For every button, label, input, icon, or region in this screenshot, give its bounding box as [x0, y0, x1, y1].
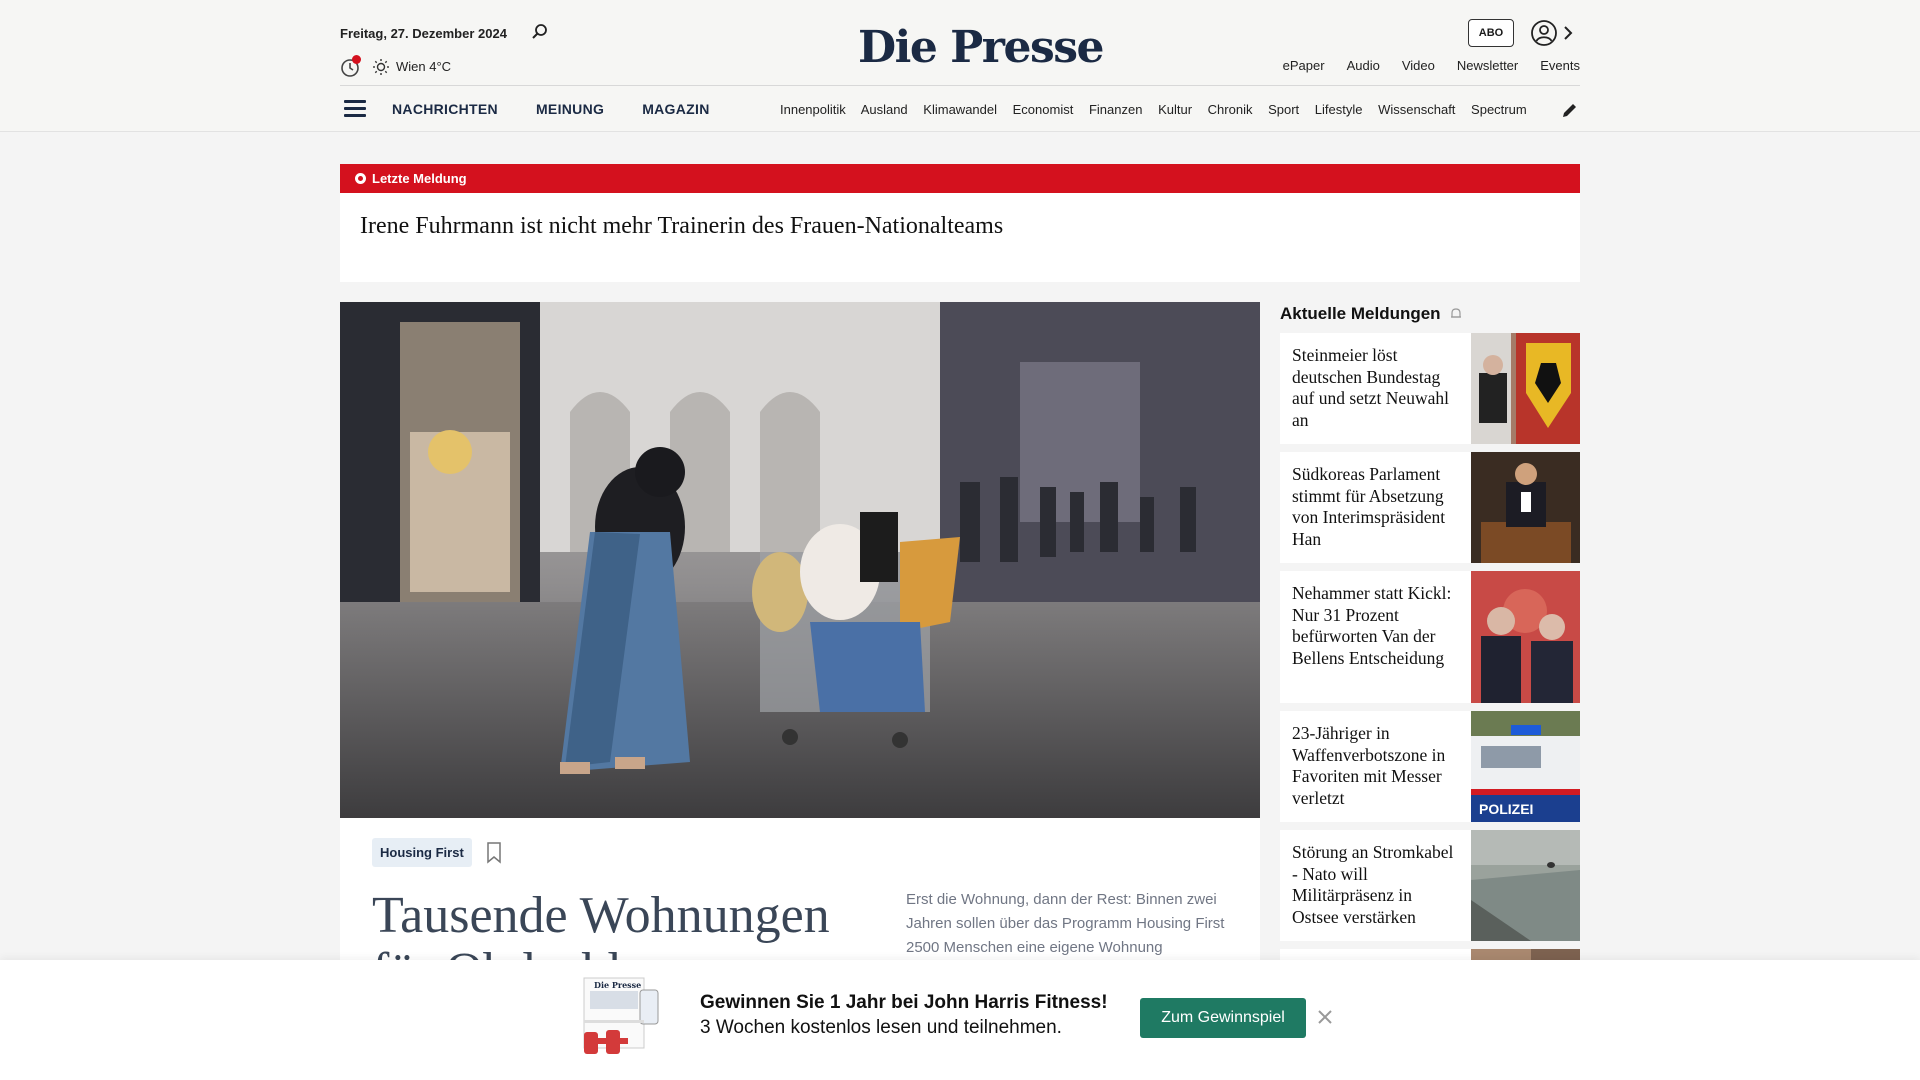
- chevron-right-icon[interactable]: [1562, 24, 1574, 42]
- site-logo[interactable]: Die Presse: [858, 22, 1104, 73]
- breaking-news-box: Letzte Meldung Irene Fuhrmann ist nicht …: [340, 164, 1580, 282]
- subnav-ausland[interactable]: Ausland: [861, 102, 908, 117]
- subnav-sport[interactable]: Sport: [1268, 102, 1299, 117]
- news-item-title: Störung an Stromkabel - Nato will Militä…: [1292, 842, 1454, 927]
- news-item[interactable]: 23-Jähriger in Waffenverbotszone in Favo…: [1280, 711, 1580, 822]
- site-header: Freitag, 27. Dezember 2024 Wien 4°C Die …: [0, 0, 1920, 132]
- bell-icon[interactable]: [1449, 307, 1463, 321]
- news-item[interactable]: Nehammer statt Kickl: Nur 31 Prozent bef…: [1280, 571, 1580, 703]
- main-nav: NACHRICHTEN MEINUNG MAGAZIN: [392, 101, 710, 117]
- nav-magazin[interactable]: MAGAZIN: [642, 101, 709, 117]
- promo-banner: Die Presse Gewinnen Sie 1 Jahr bei John …: [0, 960, 1920, 1080]
- promo-image-masthead: Die Presse: [594, 980, 641, 990]
- link-events[interactable]: Events: [1540, 58, 1580, 73]
- polizei-thumb-label: POLIZEI: [1479, 801, 1533, 817]
- link-epaper[interactable]: ePaper: [1283, 58, 1325, 73]
- nav-nachrichten[interactable]: NACHRICHTEN: [392, 101, 498, 117]
- news-item[interactable]: Steinmeier löst deutschen Bundestag auf …: [1280, 333, 1580, 444]
- link-newsletter[interactable]: Newsletter: [1457, 58, 1518, 73]
- news-item-thumbnail: [1471, 571, 1580, 703]
- promo-subtitle: 3 Wochen kostenlos lesen und teilnehmen.: [700, 1017, 1062, 1038]
- link-audio[interactable]: Audio: [1347, 58, 1380, 73]
- subnav-economist[interactable]: Economist: [1013, 102, 1074, 117]
- sun-icon: [373, 59, 389, 75]
- news-item[interactable]: Südkoreas Parlament stimmt für Absetzung…: [1280, 452, 1580, 563]
- sidebar-header: Aktuelle Meldungen: [1280, 302, 1580, 326]
- news-list: Steinmeier löst deutschen Bundestag auf …: [1280, 333, 1580, 987]
- hero-photo: [340, 302, 1260, 818]
- sub-nav: Innenpolitik Ausland Klimawandel Economi…: [780, 102, 1540, 117]
- breaking-headline[interactable]: Irene Fuhrmann ist nicht mehr Trainerin …: [340, 193, 1580, 260]
- subnav-finanzen[interactable]: Finanzen: [1089, 102, 1142, 117]
- news-sidebar: Aktuelle Meldungen Steinmeier löst deuts…: [1280, 302, 1580, 979]
- pencil-icon[interactable]: [1560, 100, 1580, 120]
- hamburger-menu-icon[interactable]: [344, 100, 366, 118]
- nav-meinung[interactable]: MEINUNG: [536, 101, 604, 117]
- sidebar-title: Aktuelle Meldungen: [1280, 304, 1441, 323]
- subnav-chronik[interactable]: Chronik: [1208, 102, 1253, 117]
- weather-label: Wien 4°C: [396, 59, 452, 74]
- abo-button[interactable]: ABO: [1468, 19, 1514, 47]
- notification-dot: [352, 55, 361, 64]
- link-video[interactable]: Video: [1402, 58, 1435, 73]
- news-item-title: Südkoreas Parlament stimmt für Absetzung…: [1292, 464, 1446, 549]
- subnav-wissenschaft[interactable]: Wissenschaft: [1378, 102, 1455, 117]
- gewinnspiel-button[interactable]: Zum Gewinnspiel: [1140, 998, 1306, 1038]
- news-item-thumbnail: POLIZEI: [1471, 711, 1580, 822]
- close-icon[interactable]: [1316, 1008, 1334, 1026]
- subnav-klimawandel[interactable]: Klimawandel: [923, 102, 997, 117]
- news-item-title: Nehammer statt Kickl: Nur 31 Prozent bef…: [1292, 583, 1452, 668]
- news-item-thumbnail: [1471, 452, 1580, 563]
- hero-image[interactable]: [340, 302, 1260, 818]
- news-item-title: 23-Jähriger in Waffenverbotszone in Favo…: [1292, 723, 1446, 808]
- search-icon[interactable]: [530, 22, 550, 42]
- article-tag[interactable]: Housing First: [372, 838, 472, 867]
- header-inner: Freitag, 27. Dezember 2024 Wien 4°C Die …: [340, 0, 1580, 132]
- article-teaser: Erst die Wohnung, dann der Rest: Binnen …: [906, 891, 1225, 956]
- subnav-spectrum[interactable]: Spectrum: [1471, 102, 1527, 117]
- subnav-kultur[interactable]: Kultur: [1158, 102, 1192, 117]
- user-account-icon[interactable]: [1530, 19, 1558, 47]
- promo-newspaper-image: Die Presse: [583, 977, 659, 1054]
- bookmark-icon[interactable]: [486, 842, 502, 864]
- news-item[interactable]: Störung an Stromkabel - Nato will Militä…: [1280, 830, 1580, 941]
- news-item-title: Steinmeier löst deutschen Bundestag auf …: [1292, 345, 1449, 430]
- top-links: ePaper Audio Video Newsletter Events: [1283, 58, 1580, 73]
- current-date: Freitag, 27. Dezember 2024: [340, 26, 507, 41]
- news-item-thumbnail: [1471, 333, 1580, 444]
- subnav-innenpolitik[interactable]: Innenpolitik: [780, 102, 846, 117]
- live-dot-icon: [355, 173, 366, 184]
- nav-divider: [340, 85, 1580, 86]
- breaking-label: Letzte Meldung: [372, 171, 467, 186]
- promo-title: Gewinnen Sie 1 Jahr bei John Harris Fitn…: [700, 992, 1108, 1013]
- breaking-news-bar: Letzte Meldung: [340, 164, 1580, 193]
- news-item-thumbnail: [1471, 830, 1580, 941]
- subnav-lifestyle[interactable]: Lifestyle: [1315, 102, 1363, 117]
